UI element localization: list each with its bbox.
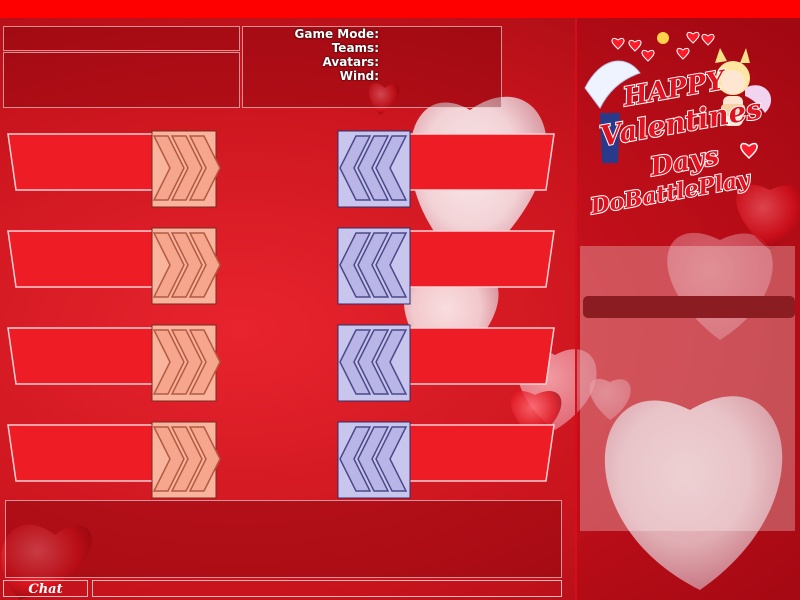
teams-label: Teams: — [331, 41, 379, 55]
slot-bar — [393, 327, 555, 385]
map-preview-panel — [3, 52, 240, 108]
heart-icon — [740, 142, 758, 160]
cupid-icon — [657, 32, 669, 44]
room-list-panel — [580, 246, 795, 531]
slot-bar — [7, 133, 173, 191]
game-mode-label: Game Mode: — [294, 27, 379, 41]
map-name-panel — [3, 26, 240, 51]
team-a-slot-3[interactable] — [6, 324, 236, 404]
logo-art: HAPPY Valentines Days DoBattlePlay — [584, 31, 772, 221]
event-logo: HAPPY Valentines Days DoBattlePlay — [580, 18, 800, 228]
slot-bar — [7, 230, 173, 288]
slot-bar — [393, 133, 555, 191]
team-b-slot-1[interactable] — [332, 130, 562, 210]
slot-bar — [7, 327, 173, 385]
slot-bar — [7, 424, 173, 482]
avatars-label: Avatars: — [322, 55, 379, 69]
team-b-slot-2[interactable] — [332, 227, 562, 307]
chat-label: Chat — [3, 580, 88, 597]
team-a-slot-4[interactable] — [6, 421, 236, 501]
team-a-slot-1[interactable] — [6, 130, 236, 210]
slot-bar — [393, 424, 555, 482]
team-a-slot-2[interactable] — [6, 227, 236, 307]
room-list-header-bar — [583, 296, 795, 318]
wind-label: Wind: — [339, 69, 379, 83]
chat-input[interactable] — [92, 580, 562, 597]
team-b-slot-3[interactable] — [332, 324, 562, 404]
chat-log-panel — [5, 500, 562, 578]
slot-bar — [393, 230, 555, 288]
team-b-slot-4[interactable] — [332, 421, 562, 501]
